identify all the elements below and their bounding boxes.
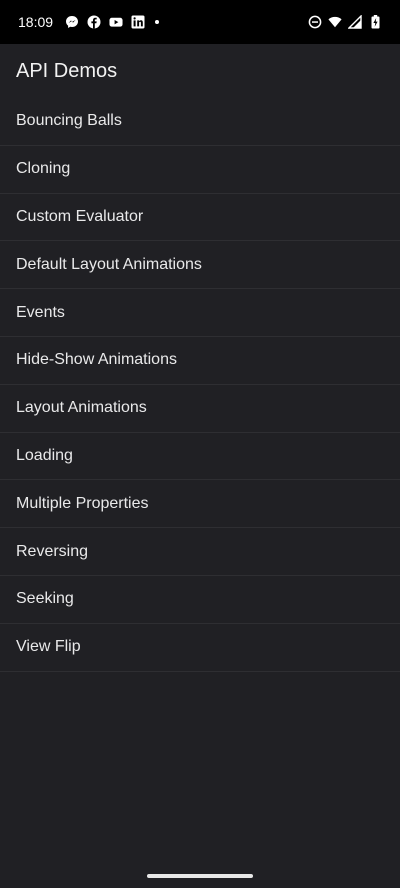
status-left: 18:09: [18, 14, 160, 30]
youtube-icon: [109, 15, 123, 29]
status-time: 18:09: [18, 14, 54, 30]
do-not-disturb-icon: [308, 15, 322, 29]
list-item-default-layout-animations[interactable]: Default Layout Animations: [0, 241, 400, 290]
list-item-events[interactable]: Events: [0, 289, 400, 337]
list-item-loading[interactable]: Loading: [0, 433, 400, 481]
wifi-icon: [328, 15, 342, 29]
notification-dot-icon: [155, 20, 160, 24]
status-right: [308, 15, 382, 29]
gesture-nav-bar[interactable]: [147, 874, 253, 878]
screen: 18:09 API Demos Bouncing Balls Cloning C…: [0, 0, 400, 888]
messenger-icon: [65, 15, 79, 29]
signal-icon: [348, 15, 362, 29]
list-item-layout-animations[interactable]: Layout Animations: [0, 385, 400, 433]
demo-list: Bouncing Balls Cloning Custom Evaluator …: [0, 98, 400, 672]
linkedin-icon: [131, 15, 145, 29]
list-item-reversing[interactable]: Reversing: [0, 528, 400, 576]
app-title: API Demos: [16, 59, 118, 82]
list-item-hide-show-animations[interactable]: Hide-Show Animations: [0, 337, 400, 385]
app-bar: API Demos: [0, 44, 400, 98]
list-item-custom-evaluator[interactable]: Custom Evaluator: [0, 194, 400, 242]
list-item-cloning[interactable]: Cloning: [0, 146, 400, 194]
list-item-seeking[interactable]: Seeking: [0, 576, 400, 624]
facebook-icon: [87, 15, 101, 29]
battery-charging-icon: [368, 15, 382, 29]
status-bar: 18:09: [0, 0, 400, 44]
list-item-multiple-properties[interactable]: Multiple Properties: [0, 480, 400, 529]
list-item-bouncing-balls[interactable]: Bouncing Balls: [0, 98, 400, 146]
list-item-view-flip[interactable]: View Flip: [0, 624, 400, 672]
